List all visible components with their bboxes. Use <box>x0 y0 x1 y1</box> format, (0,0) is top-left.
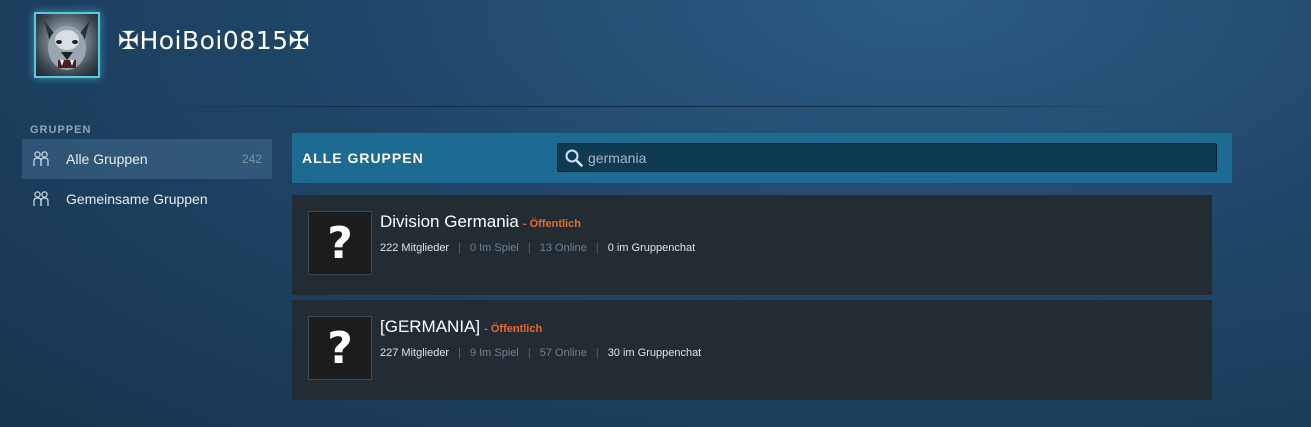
profile-avatar[interactable] <box>34 12 100 78</box>
search-input[interactable] <box>588 144 1216 171</box>
member-count: 227 Mitglieder <box>380 347 450 359</box>
header-divider <box>160 106 1140 107</box>
group-name-line: [GERMANIA] - Öffentlich <box>380 317 701 337</box>
sidebar-heading: GRUPPEN <box>30 124 92 136</box>
list-item: ? [GERMANIA] - Öffentlich 227 Mitglieder… <box>292 300 1212 400</box>
group-info: [GERMANIA] - Öffentlich 227 Mitglieder |… <box>380 317 701 359</box>
page-title: ALLE GRUPPEN <box>302 150 424 166</box>
visibility-badge: - Öffentlich <box>522 218 581 230</box>
stat-separator: | <box>527 347 531 359</box>
sidebar-item-all-groups[interactable]: Alle Gruppen 242 <box>22 139 272 179</box>
list-item: ? Division Germania - Öffentlich 222 Mit… <box>292 195 1212 295</box>
stat-separator: | <box>527 242 531 254</box>
member-count: 222 Mitglieder <box>380 242 450 254</box>
main-panel: ALLE GRUPPEN ? Division Germania - Öffen… <box>292 133 1232 405</box>
users-icon <box>32 190 50 208</box>
group-count: 242 <box>241 152 262 166</box>
search-icon <box>564 148 584 168</box>
sidebar: GRUPPEN Alle Gruppen 242 Gemeinsame Grup… <box>22 124 272 219</box>
users-icon <box>32 150 50 168</box>
group-info: Division Germania - Öffentlich 222 Mitgl… <box>380 212 695 254</box>
group-name-line: Division Germania - Öffentlich <box>380 212 695 232</box>
profile-username[interactable]: ✠HoiBoi0815✠ <box>118 26 310 55</box>
stat-separator: | <box>595 347 599 359</box>
group-stats: 222 Mitglieder | 0 Im Spiel | 13 Online … <box>380 242 695 254</box>
group-results-list: ? Division Germania - Öffentlich 222 Mit… <box>292 195 1212 400</box>
sidebar-item-shared-groups[interactable]: Gemeinsame Gruppen <box>22 179 272 219</box>
in-game-count: 0 Im Spiel <box>469 242 519 254</box>
sidebar-item-label: Alle Gruppen <box>66 151 148 167</box>
stat-separator: | <box>458 242 461 254</box>
in-game-count: 9 Im Spiel <box>469 347 519 359</box>
online-count: 13 Online <box>539 242 587 254</box>
wolf-avatar-image <box>44 20 90 70</box>
group-name-link[interactable]: [GERMANIA] <box>380 317 480 337</box>
groups-header-bar: ALLE GRUPPEN <box>292 133 1232 183</box>
visibility-badge: - Öffentlich <box>484 323 543 335</box>
sidebar-item-label: Gemeinsame Gruppen <box>66 191 208 207</box>
chat-count: 30 im Gruppenchat <box>607 347 702 359</box>
profile-header: ✠HoiBoi0815✠ <box>34 12 310 78</box>
search-box[interactable] <box>557 143 1217 172</box>
group-avatar-placeholder[interactable]: ? <box>308 316 372 380</box>
stat-separator: | <box>595 242 599 254</box>
group-avatar-placeholder[interactable]: ? <box>308 211 372 275</box>
group-stats: 227 Mitglieder | 9 Im Spiel | 57 Online … <box>380 347 701 359</box>
chat-count: 0 im Gruppenchat <box>607 242 696 254</box>
group-name-link[interactable]: Division Germania <box>380 212 519 232</box>
stat-separator: | <box>458 347 461 359</box>
online-count: 57 Online <box>539 347 587 359</box>
